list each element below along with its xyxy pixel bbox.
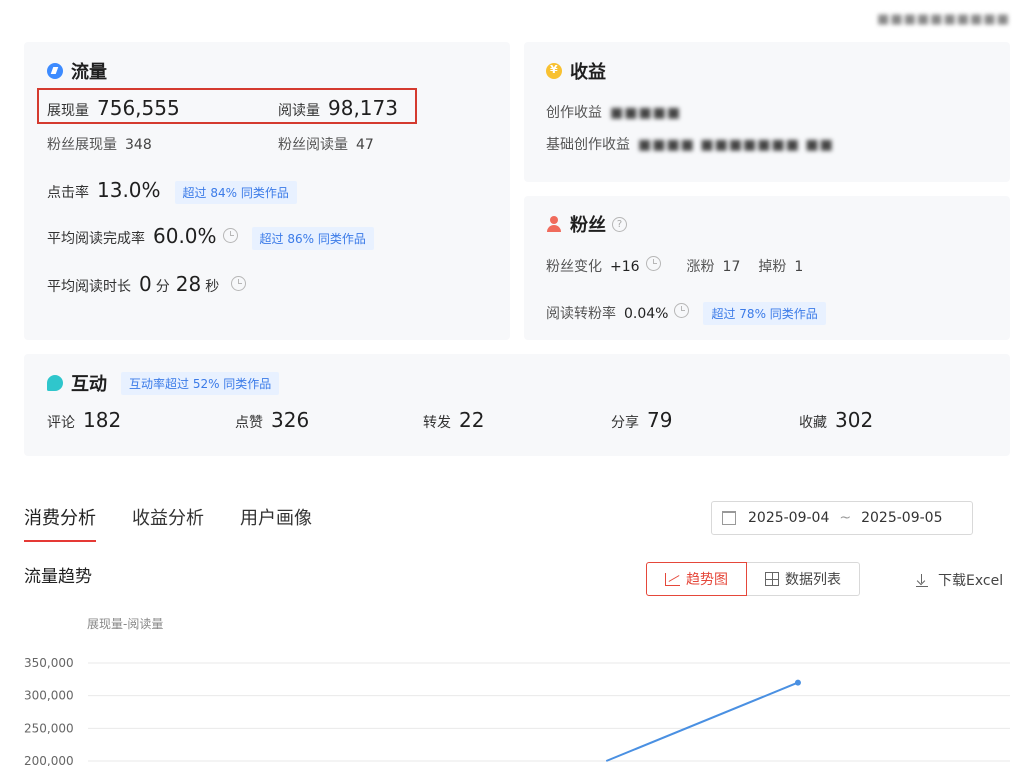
reads-metric: 阅读量 98,173	[278, 96, 398, 120]
trend-chart-button[interactable]: 趋势图	[646, 562, 747, 596]
y-tick-label: 250,000	[24, 721, 74, 735]
date-range-picker[interactable]: 2025-09-04 ~ 2025-09-05	[711, 501, 973, 535]
fans-change: 粉丝变化 +16 涨粉 17 掉粉 1	[546, 256, 803, 276]
creation-income: 创作收益 ■■■■■	[546, 105, 682, 121]
calendar-icon	[722, 511, 736, 525]
ctr-metric: 点击率 13.0% 超过 84% 同类作品	[47, 178, 297, 204]
fan-reads-metric: 粉丝阅读量 47	[278, 137, 374, 153]
data-list-button[interactable]: 数据列表	[747, 562, 860, 596]
download-excel-button[interactable]: 下载Excel	[916, 570, 1003, 590]
completion-metric: 平均阅读完成率 60.0% 超过 86% 同类作品	[47, 224, 374, 250]
chart-legend-label: 展现量-阅读量	[87, 617, 163, 631]
tab-consumption[interactable]: 消费分析	[24, 504, 96, 542]
tab-user-profile[interactable]: 用户画像	[240, 504, 312, 540]
interaction-item: 收藏 302	[799, 408, 874, 432]
y-tick-label: 200,000	[24, 754, 74, 766]
analysis-tabs: 消费分析 收益分析 用户画像	[24, 504, 348, 542]
download-icon	[916, 573, 928, 587]
income-icon	[546, 63, 562, 79]
traffic-title: 流量	[47, 58, 107, 84]
help-icon[interactable]: ?	[612, 216, 627, 232]
fan-impressions-metric: 粉丝展现量 348	[47, 137, 152, 153]
person-icon	[546, 216, 562, 232]
traffic-trend-title: 流量趋势	[24, 567, 92, 587]
interaction-item: 转发 22	[423, 408, 485, 432]
history-icon[interactable]	[231, 276, 247, 291]
date-start: 2025-09-04	[748, 510, 830, 526]
history-icon[interactable]	[222, 228, 238, 243]
view-toggle: 趋势图 数据列表	[646, 562, 860, 596]
completion-badge: 超过 86% 同类作品	[251, 227, 374, 250]
traffic-trend-chart: 展现量-阅读量 350,000 300,000 250,000 200,000	[24, 617, 1010, 766]
interaction-badge: 互动率超过 52% 同类作品	[121, 371, 280, 395]
data-point[interactable]	[794, 679, 801, 686]
date-end: 2025-09-05	[861, 510, 943, 526]
account-name-blurred: ■■■■■■■■■■	[877, 12, 1010, 27]
y-tick-label: 300,000	[24, 689, 74, 703]
basic-income: 基础创作收益 ■■■■ ■■■■■■■ ■■	[546, 137, 834, 153]
interaction-item: 点赞 326	[235, 408, 310, 432]
trend-chart-icon	[665, 572, 680, 586]
interaction-item: 评论 182	[47, 408, 122, 432]
ctr-badge: 超过 84% 同类作品	[174, 181, 297, 204]
interaction-title: 互动 互动率超过 52% 同类作品	[47, 370, 280, 396]
history-icon[interactable]	[674, 303, 690, 318]
table-icon	[765, 572, 779, 586]
fans-title: 粉丝 ?	[546, 211, 627, 237]
income-title: 收益	[546, 58, 606, 84]
tab-income[interactable]: 收益分析	[132, 504, 204, 540]
conversion-badge: 超过 78% 同类作品	[703, 302, 826, 325]
traffic-icon	[47, 63, 63, 79]
interaction-item: 分享 79	[611, 408, 673, 432]
series-line	[605, 681, 799, 762]
history-icon[interactable]	[645, 256, 661, 271]
impressions-metric: 展现量 756,555	[47, 96, 180, 120]
y-tick-label: 350,000	[24, 656, 74, 670]
chat-icon	[47, 375, 63, 391]
duration-metric: 平均阅读时长 0 分 28 秒	[47, 272, 247, 296]
fans-conversion: 阅读转粉率 0.04% 超过 78% 同类作品	[546, 302, 826, 325]
date-separator: ~	[839, 510, 852, 526]
